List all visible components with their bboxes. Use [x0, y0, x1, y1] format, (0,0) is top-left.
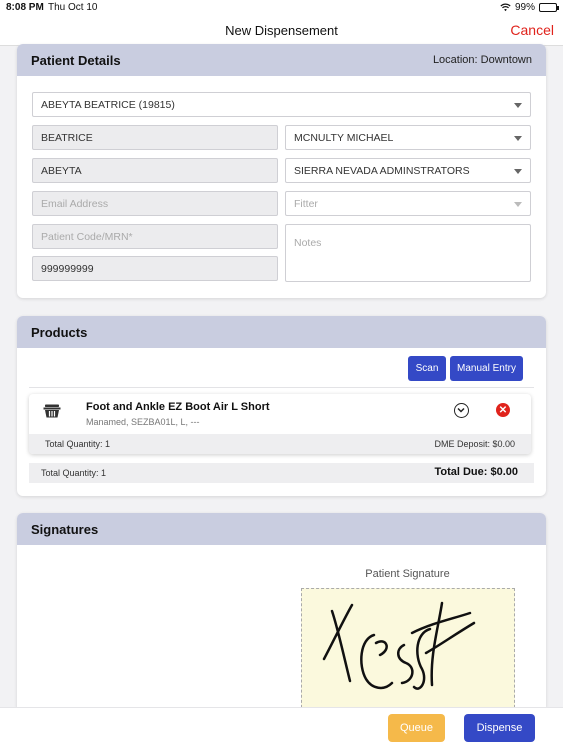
manual-entry-button[interactable]: Manual Entry — [450, 356, 523, 381]
chevron-down-icon — [514, 103, 522, 108]
product-item: Foot and Ankle EZ Boot Air L Short Manam… — [29, 394, 531, 454]
insurance-value: SIERRA NEVADA ADMINSTRATORS — [294, 164, 470, 177]
patient-details-card: Patient Details Location: Downtown ABEYT… — [17, 44, 546, 298]
remove-product-icon[interactable]: ✕ — [496, 403, 510, 417]
chevron-down-icon — [514, 202, 522, 207]
patient-details-heading: Patient Details — [31, 52, 121, 68]
signatures-header: Signatures — [17, 513, 546, 545]
products-heading: Products — [31, 324, 88, 340]
physician-value: MCNULTY MICHAEL — [294, 131, 394, 144]
patient-details-header: Patient Details Location: Downtown — [17, 44, 546, 76]
scan-button[interactable]: Scan — [408, 356, 446, 381]
email-field[interactable]: Email Address — [32, 191, 278, 216]
first-name-value: BEATRICE — [41, 131, 93, 144]
notes-placeholder: Notes — [294, 237, 322, 249]
location-label: Location: Downtown — [432, 54, 532, 66]
last-name-field[interactable]: ABEYTA — [32, 158, 278, 183]
bottom-action-bar: Queue Dispense — [0, 707, 563, 750]
email-placeholder: Email Address — [41, 197, 109, 210]
notes-field[interactable]: Notes — [285, 224, 531, 282]
phone-field[interactable]: 999999999 — [32, 256, 278, 281]
product-deposit: DME Deposit: $0.00 — [434, 439, 515, 449]
products-header: Products — [17, 316, 546, 348]
chevron-down-icon — [514, 136, 522, 141]
wifi-icon — [500, 3, 511, 12]
product-footer: Total Quantity: 1 DME Deposit: $0.00 — [29, 434, 531, 454]
fitter-select[interactable]: Fitter — [285, 191, 531, 216]
cancel-button[interactable]: Cancel — [510, 22, 554, 38]
status-time: 8:08 PM — [6, 2, 44, 13]
signatures-heading: Signatures — [31, 521, 99, 537]
fitter-placeholder: Fitter — [294, 197, 318, 210]
signature-stroke — [322, 601, 476, 690]
status-right: 99% — [500, 2, 559, 13]
status-bar: 8:08 PM Thu Oct 10 99% — [0, 0, 563, 16]
patient-select-value: ABEYTA BEATRICE (19815) — [41, 98, 175, 111]
phone-value: 999999999 — [41, 262, 94, 275]
battery-icon — [539, 3, 559, 12]
total-due: Total Due: $0.00 — [434, 466, 518, 478]
signature-pad[interactable] — [301, 588, 515, 713]
patient-select[interactable]: ABEYTA BEATRICE (19815) — [32, 92, 531, 117]
queue-button[interactable]: Queue — [388, 714, 445, 742]
patient-code-field[interactable]: Patient Code/MRN* — [32, 224, 278, 249]
totals-bar: Total Quantity: 1 Total Due: $0.00 — [29, 463, 534, 483]
products-card: Products Scan Manual Entry Foot and Ankl… — [17, 316, 546, 496]
nav-bar: New Dispensement Cancel — [0, 16, 563, 46]
product-description: Manamed, SEZBA01L, L, --- — [86, 417, 200, 427]
physician-select[interactable]: MCNULTY MICHAEL — [285, 125, 531, 150]
basket-icon — [43, 404, 61, 418]
dispense-button[interactable]: Dispense — [464, 714, 535, 742]
total-quantity: Total Quantity: 1 — [41, 468, 107, 478]
patient-code-placeholder: Patient Code/MRN* — [41, 230, 133, 243]
insurance-select[interactable]: SIERRA NEVADA ADMINSTRATORS — [285, 158, 531, 183]
patient-signature-label: Patient Signature — [365, 568, 450, 580]
product-quantity: Total Quantity: 1 — [45, 439, 111, 449]
chevron-down-icon — [514, 169, 522, 174]
signatures-card: Signatures Patient Signature — [17, 513, 546, 713]
product-name: Foot and Ankle EZ Boot Air L Short — [86, 401, 270, 413]
first-name-field[interactable]: BEATRICE — [32, 125, 278, 150]
status-date: Thu Oct 10 — [48, 2, 98, 13]
divider — [29, 387, 534, 388]
last-name-value: ABEYTA — [41, 164, 82, 177]
battery-percent: 99% — [514, 2, 535, 13]
chevron-down-circle-icon[interactable] — [454, 403, 469, 418]
page-title: New Dispensement — [225, 23, 338, 38]
